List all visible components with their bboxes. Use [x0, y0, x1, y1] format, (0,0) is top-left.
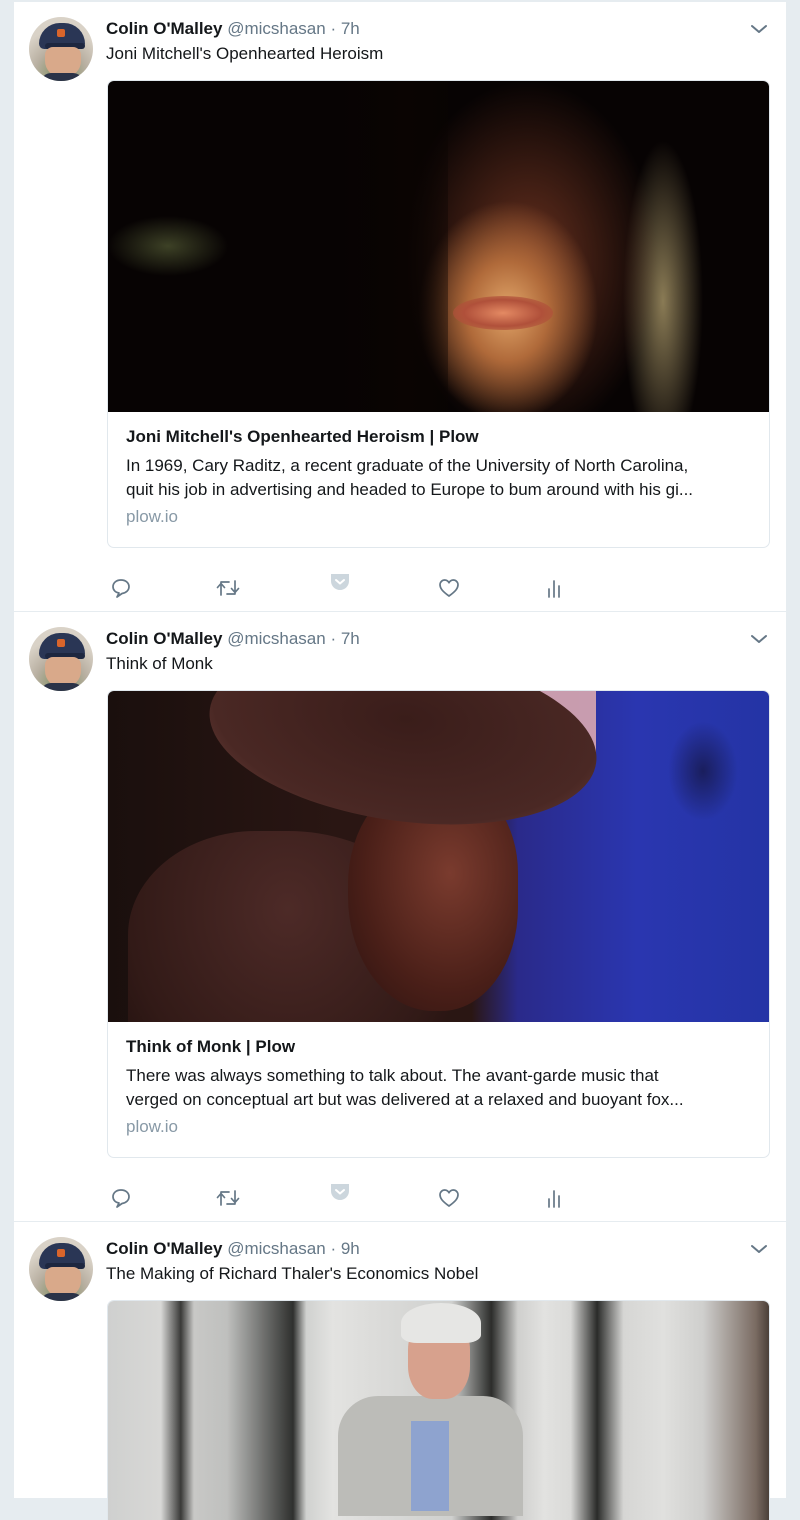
card-description: In 1969, Cary Raditz, a recent graduate … — [126, 454, 751, 502]
avatar-cap-logo — [57, 29, 65, 37]
card-description: There was always something to talk about… — [126, 1064, 751, 1112]
author-name[interactable]: Colin O'Malley — [106, 19, 222, 38]
link-card[interactable] — [107, 1300, 770, 1520]
avatar-cap-logo — [57, 1249, 65, 1257]
tweet-text: Joni Mitchell's Openhearted Heroism — [106, 44, 384, 63]
analytics-icon[interactable] — [539, 1184, 569, 1212]
tweet-text: The Making of Richard Thaler's Economics… — [106, 1264, 479, 1283]
avatar[interactable] — [29, 17, 93, 81]
tweet-header: Colin O'Malley @micshasan · 7h — [106, 18, 360, 40]
card-description-line: quit his job in advertising and headed t… — [126, 480, 694, 499]
avatar-cap-logo — [57, 639, 65, 647]
card-title: Think of Monk | Plow — [126, 1037, 296, 1056]
tweet-header: Colin O'Malley @micshasan · 9h — [106, 1238, 360, 1260]
timestamp[interactable]: 7h — [341, 629, 360, 648]
author-handle[interactable]: @micshasan — [227, 1239, 326, 1258]
timestamp[interactable]: 7h — [341, 19, 360, 38]
author-handle[interactable]: @micshasan — [227, 19, 326, 38]
image-hair — [401, 1303, 481, 1343]
image-shadow — [668, 721, 738, 821]
tweet-text: Think of Monk — [106, 654, 213, 673]
separator: · — [330, 1239, 337, 1258]
author-name[interactable]: Colin O'Malley — [106, 1239, 222, 1258]
tweet-header: Colin O'Malley @micshasan · 7h — [106, 628, 360, 650]
image-hair-shadow — [338, 81, 448, 412]
link-card[interactable]: Joni Mitchell's Openhearted Heroism | Pl… — [107, 80, 770, 548]
card-domain: plow.io — [126, 507, 178, 526]
tweet-actions — [106, 574, 566, 602]
tweet-actions — [106, 1184, 566, 1212]
pocket-icon[interactable] — [325, 568, 355, 596]
like-icon[interactable] — [434, 1184, 464, 1212]
card-domain: plow.io — [126, 1117, 178, 1136]
more-options-chevron-down-icon[interactable] — [750, 1242, 768, 1256]
card-title: Joni Mitchell's Openhearted Heroism | Pl… — [126, 427, 479, 446]
card-description-line: There was always something to talk about… — [126, 1066, 659, 1085]
avatar-shirt — [41, 683, 83, 691]
card-image[interactable] — [108, 1301, 769, 1520]
reply-icon[interactable] — [106, 1184, 136, 1212]
card-description-line: In 1969, Cary Raditz, a recent graduate … — [126, 456, 689, 475]
author-name[interactable]: Colin O'Malley — [106, 629, 222, 648]
card-body: Joni Mitchell's Openhearted Heroism | Pl… — [108, 412, 769, 547]
tweet[interactable]: Colin O'Malley @micshasan · 9h The Makin… — [14, 1222, 786, 1520]
separator: · — [330, 629, 337, 648]
retweet-icon[interactable] — [213, 574, 243, 602]
card-image[interactable] — [108, 81, 769, 412]
card-body: Think of Monk | Plow There was always so… — [108, 1022, 769, 1157]
avatar[interactable] — [29, 627, 93, 691]
tweet[interactable]: Colin O'Malley @micshasan · 7h Joni Mitc… — [14, 2, 786, 612]
reply-icon[interactable] — [106, 574, 136, 602]
timeline-stream: Colin O'Malley @micshasan · 7h Joni Mitc… — [14, 0, 786, 1520]
author-handle[interactable]: @micshasan — [227, 629, 326, 648]
tweet[interactable]: Colin O'Malley @micshasan · 7h Think of … — [14, 612, 786, 1222]
like-icon[interactable] — [434, 574, 464, 602]
image-lips — [453, 296, 553, 330]
separator: · — [330, 19, 337, 38]
retweet-icon[interactable] — [213, 1184, 243, 1212]
pocket-icon[interactable] — [325, 1178, 355, 1206]
card-image[interactable] — [108, 691, 769, 1022]
more-options-chevron-down-icon[interactable] — [750, 22, 768, 36]
more-options-chevron-down-icon[interactable] — [750, 632, 768, 646]
analytics-icon[interactable] — [539, 574, 569, 602]
avatar-shirt — [41, 1293, 83, 1301]
timestamp[interactable]: 9h — [341, 1239, 360, 1258]
card-description-line: verged on conceptual art but was deliver… — [126, 1090, 684, 1109]
avatar-shirt — [41, 73, 83, 81]
avatar[interactable] — [29, 1237, 93, 1301]
link-card[interactable]: Think of Monk | Plow There was always so… — [107, 690, 770, 1158]
